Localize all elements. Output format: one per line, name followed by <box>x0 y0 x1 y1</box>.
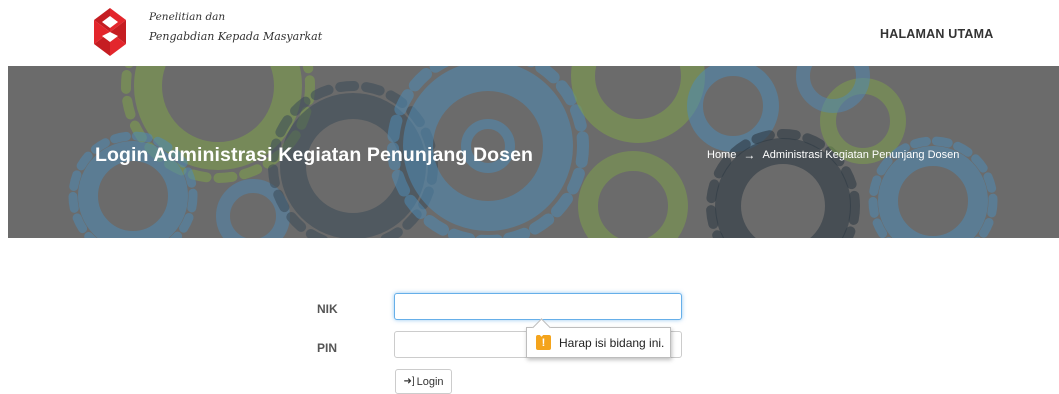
brand-line1: Penelitian dan <box>149 11 226 23</box>
page-title: Login Administrasi Kegiatan Penunjang Do… <box>95 144 534 166</box>
warning-icon: ! <box>536 335 551 350</box>
nik-label: NIK <box>317 302 338 316</box>
nik-input[interactable] <box>394 293 682 320</box>
validation-message: Harap isi bidang ini. <box>559 335 665 350</box>
breadcrumb-current: Administrasi Kegiatan Penunjang Dosen <box>762 149 960 161</box>
breadcrumb-home-link[interactable]: Home <box>707 149 736 161</box>
brand-name[interactable]: Penelitian dan Pengabdian Kepada Masyark… <box>149 10 322 44</box>
site-header: Penelitian dan Pengabdian Kepada Masyark… <box>0 0 1059 66</box>
login-button[interactable]: ➜] Login <box>395 369 452 394</box>
brand-line2: Pengabdian Kepada Masyarkat <box>149 30 323 43</box>
sign-in-icon: ➜] <box>403 376 415 387</box>
pin-label: PIN <box>317 341 338 355</box>
validation-tooltip: ! Harap isi bidang ini. <box>526 327 671 358</box>
nav-home-link[interactable]: HALAMAN UTAMA <box>880 27 993 41</box>
page-banner: Login Administrasi Kegiatan Penunjang Do… <box>8 66 1059 238</box>
breadcrumb: Home → Administrasi Kegiatan Penunjang D… <box>707 148 959 162</box>
login-button-label: Login <box>416 375 444 388</box>
arrow-right-icon: → <box>743 148 756 162</box>
logo-icon[interactable] <box>92 6 128 58</box>
